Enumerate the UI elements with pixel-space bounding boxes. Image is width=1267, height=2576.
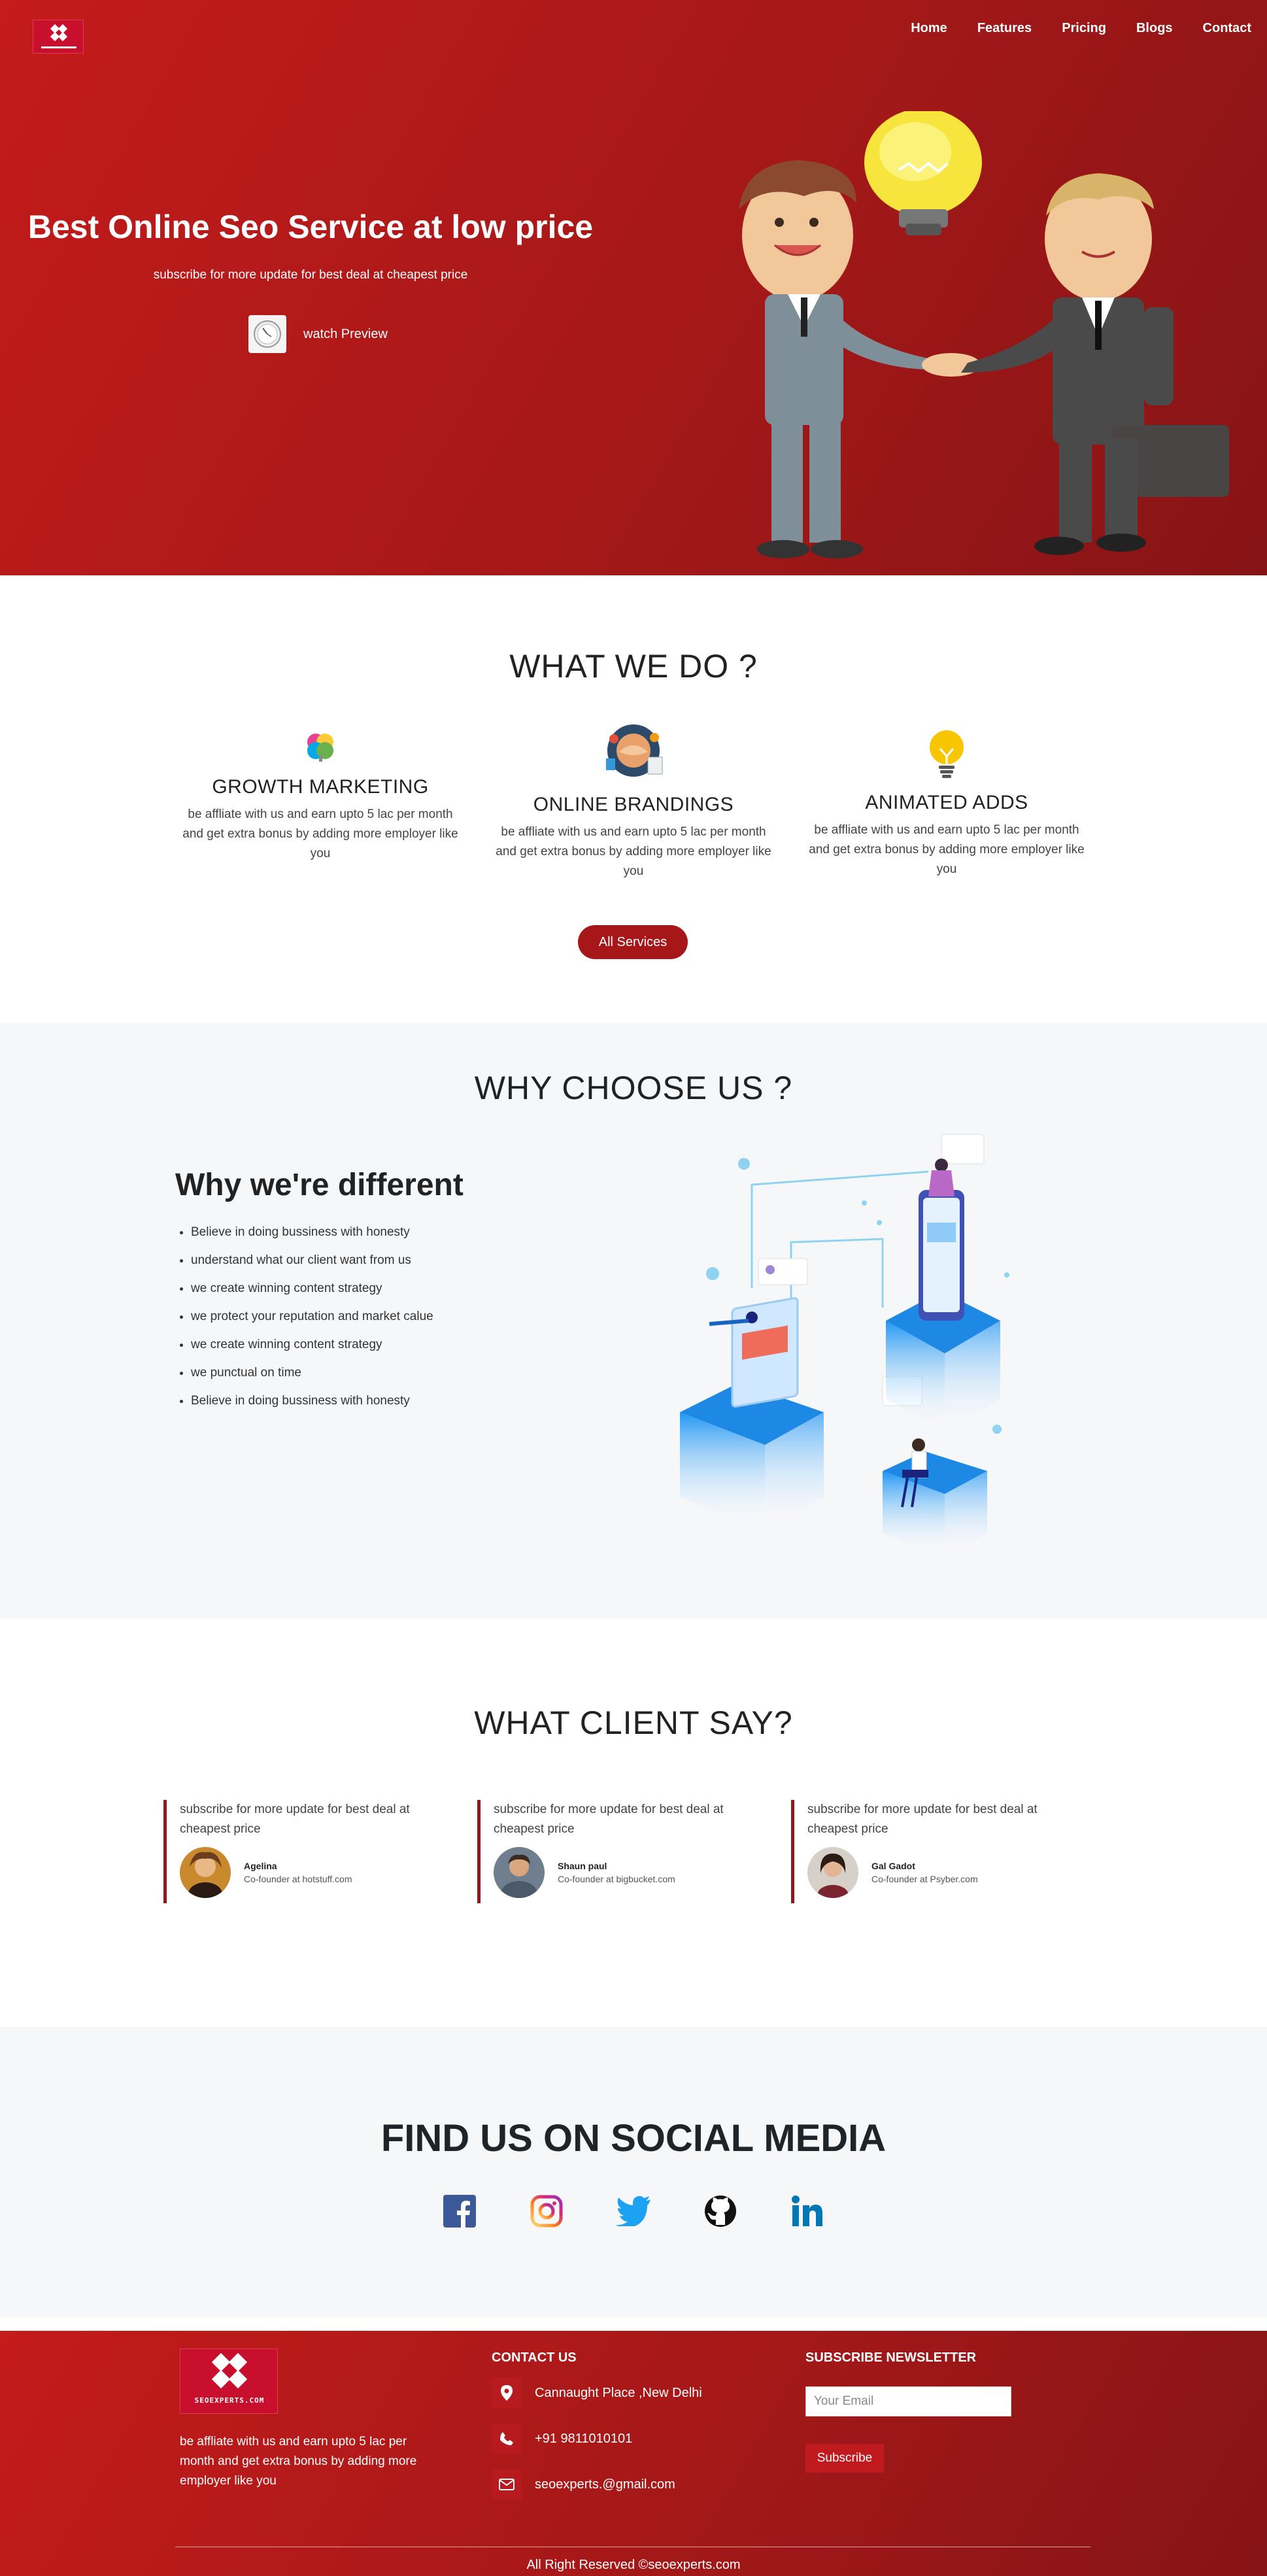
hero-section: Home Features Pricing Blogs Contact Best… [0,0,1267,575]
avatar [494,1847,545,1898]
list-item: we create winning content strategy [191,1279,433,1307]
instagram-icon[interactable] [529,2194,564,2229]
handshake-illustration [739,111,1229,558]
social-section [0,2027,1267,2318]
location-pin-icon [492,2378,522,2408]
address-text: Cannaught Place ,New Delhi [535,2385,702,2400]
envelope-icon [492,2469,522,2500]
handshake-globe-icon [606,724,663,777]
service-desc: be affliate with us and earn upto 5 lac … [182,807,458,860]
contact-email: seoexperts.@gmail.com [492,2469,675,2500]
contact-phone: +91 9811010101 [492,2424,632,2454]
nav-contact[interactable]: Contact [1203,21,1251,36]
copyright-text: All Right Reserved ©seoexperts.com [526,2558,741,2572]
hero-subtitle: subscribe for more update for best deal … [153,268,468,282]
all-services-button[interactable]: All Services [578,925,688,959]
watch-preview-label: watch Preview [303,326,388,341]
brain-icon [307,734,333,762]
list-item: we punctual on time [191,1363,433,1391]
contact-heading: CONTACT US [492,2350,577,2365]
what-client-say-title: WHAT CLIENT SAY? [474,1704,793,1741]
github-icon[interactable] [703,2194,738,2229]
testimonial-card: subscribe for more update for best deal … [477,1800,752,1903]
nav-features[interactable]: Features [977,21,1032,36]
testimonial-person: Gal Gadot Co-founder at Psyber.com [807,1847,1066,1898]
subscribe-button[interactable]: Subscribe [805,2444,884,2473]
watch-preview-button[interactable]: watch Preview [248,315,388,353]
social-title: FIND US ON SOCIAL MEDIA [380,2117,887,2160]
person-role: Co-founder at hotstuff.com [244,1874,352,1884]
newsletter-heading: SUBSCRIBE NEWSLETTER [805,2350,977,2365]
list-item: we protect your reputation and market ca… [191,1307,433,1335]
testimonial-person: Shaun paul Co-founder at bigbucket.com [494,1847,752,1898]
footer-logo[interactable]: SEOEXPERTS.COM [180,2348,278,2414]
email-text[interactable]: seoexperts.@gmail.com [535,2477,675,2492]
list-item: Believe in doing bussiness with honesty [191,1391,433,1419]
why-points-list: Believe in doing bussiness with honesty … [191,1223,433,1419]
list-item: understand what our client want from us [191,1251,433,1279]
testimonial-text: subscribe for more update for best deal … [807,1803,1038,1836]
isometric-illustration [680,1134,1009,1556]
phone-text: +91 9811010101 [535,2431,633,2446]
hero-title: Best Online Seo Service at low price [27,209,594,245]
lightbulb-icon [930,730,964,778]
service-card-animated: ANIMATED ADDS be affliate with us and ea… [803,729,1090,879]
avatar [807,1847,858,1898]
service-title: ANIMATED ADDS [865,792,1028,813]
person-name: Agelina [244,1861,277,1871]
contact-address: Cannaught Place ,New Delhi [492,2378,702,2408]
why-choose-us-title: WHY CHOOSE US ? [474,1070,793,1106]
person-name: Gal Gadot [871,1861,915,1871]
footer-about: be affliate with us and earn upto 5 lac … [180,2435,417,2488]
nav-blogs[interactable]: Blogs [1136,21,1173,36]
footer: SEOEXPERTS.COM be affliate with us and e… [0,2331,1267,2576]
service-desc: be affliate with us and earn upto 5 lac … [496,825,771,878]
what-we-do-title: WHAT WE DO ? [509,648,758,685]
person-role: Co-founder at bigbucket.com [558,1874,675,1884]
footer-logo-text: SEOEXPERTS.COM [194,2396,265,2405]
service-title: ONLINE BRANDINGS [533,794,734,815]
avatar [180,1847,231,1898]
service-card-branding: ONLINE BRANDINGS be affliate with us and… [490,719,777,881]
phone-icon [492,2424,522,2454]
service-title: GROWTH MARKETING [212,776,429,798]
list-item: Believe in doing bussiness with honesty [191,1223,433,1251]
testimonial-text: subscribe for more update for best deal … [180,1803,410,1836]
service-desc: be affliate with us and earn upto 5 lac … [809,823,1085,876]
main-nav: Home Features Pricing Blogs Contact [911,21,1251,36]
nav-home[interactable]: Home [911,21,947,36]
person-name: Shaun paul [558,1861,607,1871]
site-logo[interactable] [33,20,84,54]
list-item: we create winning content strategy [191,1335,433,1363]
person-role: Co-founder at Psyber.com [871,1874,978,1884]
testimonial-card: subscribe for more update for best deal … [163,1800,438,1903]
facebook-icon[interactable] [442,2194,477,2229]
why-section [0,1023,1267,1618]
testimonial-text: subscribe for more update for best deal … [494,1803,724,1836]
testimonial-person: Agelina Co-founder at hotstuff.com [180,1847,438,1898]
testimonial-card: subscribe for more update for best deal … [791,1800,1066,1903]
newsletter-email-input[interactable] [805,2386,1011,2416]
why-different-heading: Why we're different [175,1168,464,1202]
social-links [442,2194,825,2229]
linkedin-icon[interactable] [790,2194,825,2229]
service-card-growth: GROWTH MARKETING be affliate with us and… [177,729,464,864]
twitter-icon[interactable] [616,2194,651,2229]
clock-icon [248,315,286,353]
nav-pricing[interactable]: Pricing [1062,21,1106,36]
